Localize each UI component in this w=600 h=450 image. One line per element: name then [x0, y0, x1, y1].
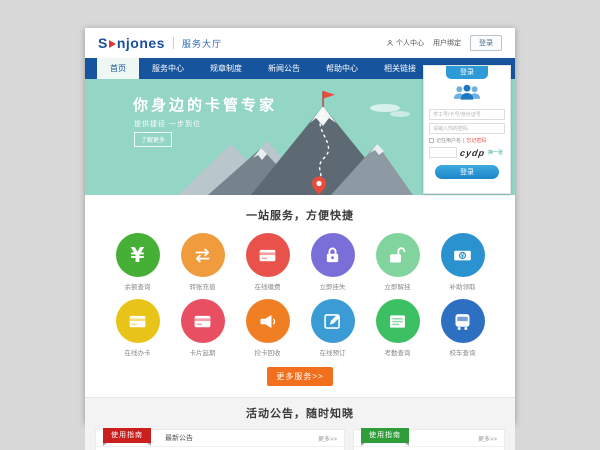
login-panel: 登录 记住用户名 | 忘记密码 cydp 换一张 登录	[423, 65, 511, 194]
service-item-3[interactable]: 立即挂失	[300, 230, 365, 291]
nav-item-1[interactable]: 服务中心	[139, 58, 197, 79]
service-label: 立即挂失	[300, 281, 365, 291]
portal-page: S njones 服务大厅 个人中心 用户绑定 登录 首页服务中心规章制度新闻公…	[85, 28, 515, 424]
service-label: 立即解挂	[365, 281, 430, 291]
personal-center-link[interactable]: 个人中心	[386, 38, 424, 48]
service-label: 卡片延期	[170, 347, 235, 357]
header-right: 个人中心 用户绑定 登录	[386, 35, 502, 51]
nav-item-2[interactable]: 规章制度	[197, 58, 255, 79]
service-label: 在线办卡	[105, 347, 170, 357]
captcha-input[interactable]	[429, 147, 457, 158]
captcha-row: cydp 换一张	[429, 147, 505, 158]
person-icon	[386, 39, 394, 47]
edit-icon	[311, 299, 355, 343]
yen-icon: ¥	[116, 233, 160, 277]
login-tab[interactable]: 登录	[446, 66, 488, 79]
portal-name: 服务大厅	[182, 37, 222, 50]
service-item-10[interactable]: 考勤查询	[365, 296, 430, 357]
announcements-title: 活动公告，随时知晓	[85, 405, 515, 421]
tab-usage-guide[interactable]: 使用指南	[103, 428, 151, 443]
card-icon	[116, 299, 160, 343]
logo-divider	[173, 37, 174, 49]
captcha-refresh-link[interactable]: 换一张	[488, 149, 503, 156]
help-more-link[interactable]: 更多>>	[478, 434, 497, 443]
service-label: 转账充值	[170, 281, 235, 291]
options-separator: |	[463, 138, 464, 144]
service-item-11[interactable]: 校车查询	[430, 296, 495, 357]
services-title: 一站服务，方便快捷	[85, 207, 515, 223]
card-icon	[181, 299, 225, 343]
user-binding-label: 用户绑定	[433, 38, 461, 48]
forgot-password-link[interactable]: 忘记密码	[466, 137, 486, 144]
service-label: 在线缴费	[235, 281, 300, 291]
guide-more-link[interactable]: 更多>>	[318, 434, 337, 443]
top-header: S njones 服务大厅 个人中心 用户绑定 登录	[85, 28, 515, 58]
service-label: 补助领取	[430, 281, 495, 291]
tab-usage-guide-right[interactable]: 使用指南	[361, 428, 409, 443]
announcement-panels: 使用指南 最新公告 更多>> 使用指南 更多>>	[85, 429, 515, 450]
announcements-section: 活动公告，随时知晓 使用指南 最新公告 更多>> 使用指南 更多>>	[85, 397, 515, 450]
banknote-icon: ¥	[441, 233, 485, 277]
login-options: 记住用户名 | 忘记密码	[429, 137, 505, 144]
services-section: 一站服务，方便快捷 ¥ 余额查询转账充值在线缴费立即挂失立即解挂 ¥ 补助领取在线办卡…	[85, 195, 515, 386]
mountain-illustration	[173, 87, 413, 195]
unlock-icon	[376, 233, 420, 277]
service-item-1[interactable]: 转账充值	[170, 230, 235, 291]
service-item-0[interactable]: ¥ 余额查询	[105, 230, 170, 291]
password-input[interactable]	[429, 123, 505, 134]
remember-label: 记住用户名	[436, 137, 461, 144]
nav-item-3[interactable]: 新闻公告	[255, 58, 313, 79]
more-services-button[interactable]: 更多服务>>	[267, 367, 333, 386]
help-panel-header: 使用指南 更多>>	[354, 430, 504, 447]
logo-text-prefix: S	[98, 35, 108, 51]
service-label: 捡卡回收	[235, 347, 300, 357]
list-icon	[376, 299, 420, 343]
guide-panel: 使用指南 最新公告 更多>>	[95, 429, 345, 450]
tab-latest-announcements[interactable]: 最新公告	[165, 433, 193, 443]
personal-center-label: 个人中心	[396, 38, 424, 48]
hero-banner: 你身边的卡管专家 提供捷径 一步到位 了解更多 登录	[85, 79, 515, 195]
transfer-icon	[181, 233, 225, 277]
hero-cta-button[interactable]: 了解更多	[134, 132, 172, 147]
service-item-6[interactable]: 在线办卡	[105, 296, 170, 357]
service-label: 校车查询	[430, 347, 495, 357]
username-input[interactable]	[429, 109, 505, 120]
login-submit-button[interactable]: 登录	[435, 165, 499, 179]
user-binding-link[interactable]: 用户绑定	[433, 38, 461, 48]
service-item-7[interactable]: 卡片延期	[170, 296, 235, 357]
service-item-4[interactable]: 立即解挂	[365, 230, 430, 291]
nav-item-0[interactable]: 首页	[97, 58, 139, 79]
nav-item-5[interactable]: 相关链接	[371, 58, 429, 79]
header-login-button[interactable]: 登录	[470, 35, 502, 51]
service-item-8[interactable]: 捡卡回收	[235, 296, 300, 357]
services-grid: ¥ 余额查询转账充值在线缴费立即挂失立即解挂 ¥ 补助领取在线办卡卡片延期捡卡回收在线…	[85, 230, 515, 362]
service-item-9[interactable]: 在线预订	[300, 296, 365, 357]
service-label: 考勤查询	[365, 347, 430, 357]
megaphone-icon	[246, 299, 290, 343]
bus-icon	[441, 299, 485, 343]
logo-arrow-icon	[109, 40, 116, 48]
captcha-image[interactable]: cydp	[459, 148, 485, 158]
logo-text-suffix: njones	[117, 35, 165, 51]
service-label: 余额查询	[105, 281, 170, 291]
remember-checkbox[interactable]	[429, 138, 434, 143]
lock-icon	[311, 233, 355, 277]
service-item-5[interactable]: ¥ 补助领取	[430, 230, 495, 291]
service-label: 在线预订	[300, 347, 365, 357]
users-icon	[424, 83, 510, 106]
service-item-2[interactable]: 在线缴费	[235, 230, 300, 291]
card-icon	[246, 233, 290, 277]
synjones-logo[interactable]: S njones	[98, 35, 165, 51]
help-panel: 使用指南 更多>>	[353, 429, 505, 450]
nav-item-4[interactable]: 帮助中心	[313, 58, 371, 79]
guide-panel-header: 使用指南 最新公告 更多>>	[96, 430, 344, 447]
